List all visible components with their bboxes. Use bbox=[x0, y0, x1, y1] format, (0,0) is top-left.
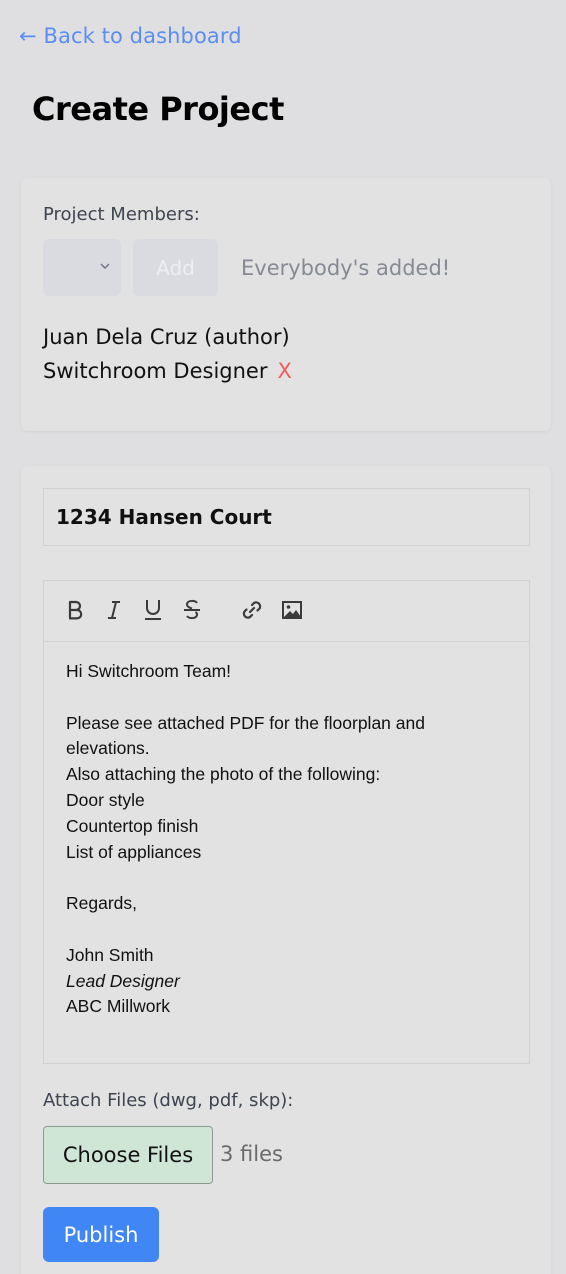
page-title: Create Project bbox=[32, 90, 284, 128]
project-members-label: Project Members: bbox=[43, 204, 200, 225]
editor-line: Countertop finish bbox=[66, 815, 199, 836]
editor-content[interactable]: Hi Switchroom Team! Please see attached … bbox=[44, 642, 529, 1037]
project-form-card: Hi Switchroom Team! Please see attached … bbox=[21, 466, 551, 1274]
member-name: Juan Dela Cruz (author) bbox=[43, 325, 290, 349]
editor-line: List of appliances bbox=[66, 841, 202, 862]
back-to-dashboard-link[interactable]: ← Back to dashboard bbox=[19, 24, 242, 48]
editor-line: elevations. bbox=[66, 738, 150, 759]
member-select[interactable] bbox=[43, 239, 121, 296]
publish-button[interactable]: Publish bbox=[43, 1207, 159, 1262]
member-name: Switchroom Designer bbox=[43, 359, 268, 383]
italic-icon[interactable] bbox=[102, 598, 126, 622]
editor-line: John Smith bbox=[66, 944, 154, 965]
member-item: Juan Dela Cruz (author) bbox=[43, 325, 290, 349]
project-title-input[interactable] bbox=[43, 488, 530, 546]
underline-icon[interactable] bbox=[141, 598, 165, 622]
choose-files-button[interactable]: Choose Files bbox=[43, 1126, 213, 1184]
editor-line: Door style bbox=[66, 789, 145, 810]
attach-files-label: Attach Files (dwg, pdf, skp): bbox=[43, 1090, 294, 1111]
rich-text-editor[interactable]: Hi Switchroom Team! Please see attached … bbox=[43, 580, 530, 1064]
editor-line: Regards, bbox=[66, 893, 138, 914]
bold-icon[interactable] bbox=[63, 598, 87, 622]
strikethrough-icon[interactable] bbox=[180, 598, 204, 622]
editor-line: Also attaching the photo of the followin… bbox=[66, 764, 381, 785]
editor-line: ABC Millwork bbox=[66, 996, 171, 1017]
add-member-button[interactable]: Add bbox=[133, 239, 218, 296]
member-item: Switchroom Designer X bbox=[43, 359, 292, 383]
members-status-text: Everybody's added! bbox=[241, 256, 451, 280]
project-members-card: Project Members: Add Everybody's added! … bbox=[21, 178, 551, 431]
editor-toolbar bbox=[44, 581, 529, 642]
editor-line: Hi Switchroom Team! bbox=[66, 661, 232, 681]
editor-line: Lead Designer bbox=[66, 970, 180, 991]
selected-files-count: 3 files bbox=[220, 1142, 283, 1166]
editor-line: Please see attached PDF for the floorpla… bbox=[66, 712, 425, 733]
remove-member-button[interactable]: X bbox=[278, 359, 292, 383]
chevron-down-icon bbox=[100, 263, 110, 269]
image-icon[interactable] bbox=[280, 598, 304, 622]
link-icon[interactable] bbox=[240, 598, 264, 622]
